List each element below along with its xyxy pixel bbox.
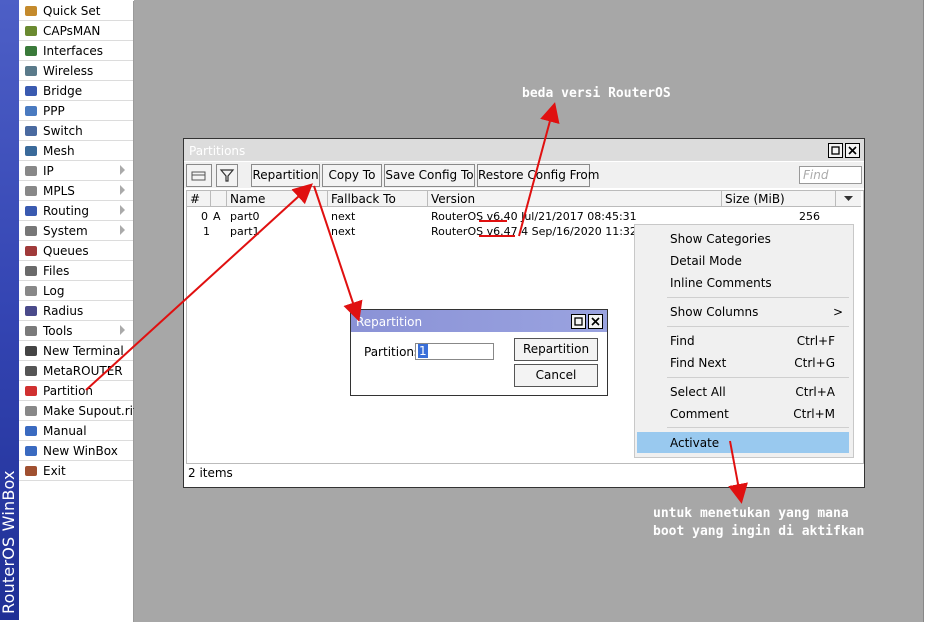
dialog-arrow	[313, 185, 363, 322]
activate-arrow	[728, 440, 748, 504]
version-arrow	[518, 102, 560, 237]
annotation-arrows	[85, 102, 748, 504]
partition-arrow	[85, 183, 313, 391]
